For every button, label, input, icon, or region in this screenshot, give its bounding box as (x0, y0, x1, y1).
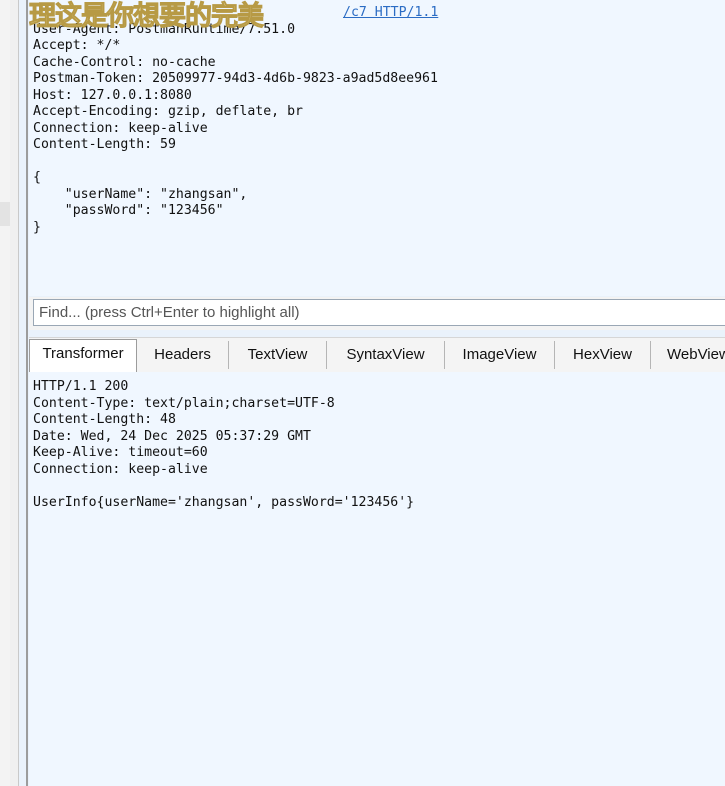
response-line: HTTP/1.1 200 (33, 379, 129, 394)
request-line: Content-Length: 59 (33, 137, 176, 152)
response-raw-view[interactable]: HTTP/1.1 200 Content-Type: text/plain;ch… (29, 372, 725, 786)
response-text: HTTP/1.1 200 Content-Type: text/plain;ch… (33, 379, 414, 511)
find-bar (29, 297, 725, 330)
tab-webview[interactable]: WebView (651, 341, 725, 369)
left-panel-strip (0, 0, 10, 786)
response-tab-bar: Transformer Headers TextView SyntaxView … (29, 337, 725, 373)
request-line: Accept: */* (33, 38, 121, 53)
watermark-overlay: 理这是你想要的完美 (29, 1, 265, 33)
left-panel-highlight (0, 202, 10, 226)
vertical-splitter[interactable] (10, 0, 19, 786)
tab-imageview[interactable]: ImageView (445, 341, 555, 369)
request-line: Cache-Control: no-cache (33, 54, 216, 70)
inspector-frame-border (26, 0, 28, 786)
tab-syntaxview[interactable]: SyntaxView (327, 341, 445, 369)
find-input[interactable] (33, 299, 725, 326)
response-line: Connection: keep-alive (33, 461, 208, 477)
tab-transformer[interactable]: Transformer (29, 339, 137, 372)
response-line: UserInfo{userName='zhangsan', passWord='… (33, 494, 415, 510)
request-text: User-Agent: PostmanRuntime/7.51.0 Accept… (33, 5, 438, 236)
request-url-link[interactable]: /c7 HTTP/1.1 (343, 5, 438, 22)
request-line: } (33, 219, 41, 235)
request-line: Postman-Token: 20509977-94d3-4d6b-9823-a… (33, 71, 438, 86)
response-line: Keep-Alive: timeout=60 (33, 445, 208, 460)
response-line: Content-Type: text/plain;charset=UTF-8 (33, 395, 335, 411)
request-line: { (33, 170, 41, 185)
request-line: Host: 127.0.0.1:8080 (33, 87, 192, 103)
tab-hexview[interactable]: HexView (555, 341, 651, 369)
response-line: Content-Length: 48 (33, 412, 176, 427)
request-line: "userName": "zhangsan", (33, 186, 248, 202)
tab-textview[interactable]: TextView (229, 341, 327, 369)
tab-headers[interactable]: Headers (137, 341, 229, 369)
request-line: Connection: keep-alive (33, 120, 208, 136)
request-line: "passWord": "123456" (33, 203, 224, 218)
request-line: Accept-Encoding: gzip, deflate, br (33, 104, 303, 119)
request-raw-view[interactable]: User-Agent: PostmanRuntime/7.51.0 Accept… (29, 0, 725, 296)
response-line: Date: Wed, 24 Dec 2025 05:37:29 GMT (33, 428, 311, 444)
